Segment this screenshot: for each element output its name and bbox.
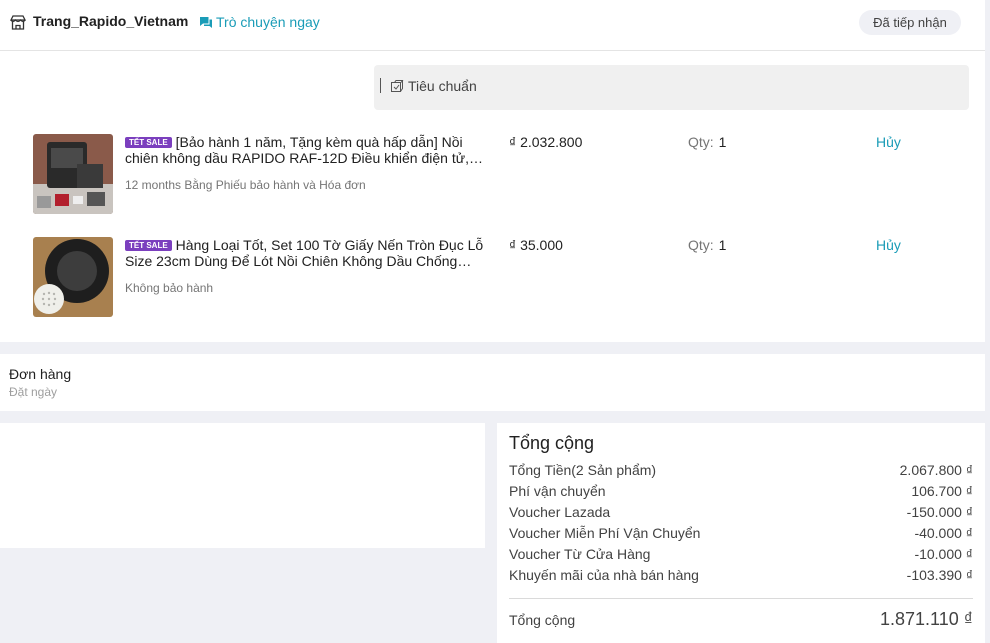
qty-label: Qty:	[688, 134, 714, 150]
order-info: Đơn hàng Đặt ngày	[0, 354, 985, 411]
scrollbar-track[interactable]	[985, 0, 990, 643]
summary-row-label: Tổng Tiền(2 Sản phẩm)	[509, 462, 657, 478]
product-variant: Không bảo hành	[125, 281, 214, 295]
product-quantity: Qty: 1	[688, 134, 726, 150]
product-quantity: Qty: 1	[688, 237, 726, 253]
chat-now-button[interactable]: Trò chuyện ngay	[199, 14, 320, 30]
order-status-badge: Đã tiếp nhận	[859, 10, 961, 35]
summary-row: Tổng Tiền(2 Sản phẩm) 2.067.800 ₫	[509, 462, 973, 483]
summary-row-value: 106.700 ₫	[911, 483, 973, 499]
order-title: Đơn hàng	[9, 366, 72, 382]
order-summary: Tổng cộng Tổng Tiền(2 Sản phẩm) 2.067.80…	[497, 423, 985, 643]
delivery-box-icon	[391, 80, 404, 92]
summary-row-value: -103.390 ₫	[906, 567, 973, 583]
summary-divider	[509, 598, 973, 599]
tet-sale-badge: TẾT SALE	[125, 240, 172, 251]
total-label: Tổng cộng	[509, 612, 576, 628]
order-date-label: Đặt ngày	[9, 385, 58, 399]
summary-row-label: Khuyến mãi của nhà bán hàng	[509, 567, 699, 583]
summary-row-label: Voucher Lazada	[509, 504, 611, 520]
tet-sale-badge: TẾT SALE	[125, 137, 172, 148]
product-title-text: [Bảo hành 1 năm, Tặng kèm quà hấp dẫn] N…	[125, 134, 469, 166]
summary-row-value: -10.000 ₫	[914, 546, 973, 562]
product-title[interactable]: TẾT SALE [Bảo hành 1 năm, Tặng kèm quà hấ…	[125, 134, 487, 166]
chat-now-label: Trò chuyện ngay	[216, 14, 320, 30]
store-icon	[10, 15, 26, 30]
chat-icon	[200, 16, 212, 28]
summary-row: Khuyến mãi của nhà bán hàng -103.390 ₫	[509, 567, 973, 588]
product-variant: 12 months Bằng Phiếu bảo hành và Hóa đơn	[125, 178, 366, 192]
store-name[interactable]: Trang_Rapido_Vietnam	[33, 13, 188, 29]
summary-row: Voucher Từ Cửa Hàng -10.000 ₫	[509, 546, 973, 567]
delivery-option-bar: Tiêu chuẩn	[374, 65, 969, 110]
summary-row-value: -40.000 ₫	[914, 525, 973, 541]
product-price: ₫ 2.032.800	[509, 134, 583, 150]
delivery-option-label: Tiêu chuẩn	[408, 78, 477, 94]
order-item: TẾT SALE [Bảo hành 1 năm, Tặng kèm quà hấ…	[0, 134, 985, 216]
store-header: Trang_Rapido_Vietnam Trò chuyện ngay Đã …	[0, 0, 985, 51]
summary-row-label: Voucher Từ Cửa Hàng	[509, 546, 651, 562]
summary-row: Phí vận chuyển 106.700 ₫	[509, 483, 973, 504]
cancel-item-button[interactable]: Hủy	[876, 237, 901, 253]
order-item: TẾT SALE Hàng Loại Tốt, Set 100 Tờ Giấy N…	[0, 237, 985, 319]
qty-value: 1	[718, 134, 727, 150]
summary-row-value: -150.000 ₫	[906, 504, 973, 520]
address-panel	[0, 423, 485, 548]
qty-value: 1	[718, 237, 727, 253]
qty-label: Qty:	[688, 237, 714, 253]
product-title-text: Hàng Loại Tốt, Set 100 Tờ Giấy Nến Tròn …	[125, 237, 484, 269]
summary-title: Tổng cộng	[509, 433, 595, 453]
product-price: ₫ 35.000	[509, 237, 563, 253]
total-value: 1.871.110 ₫	[880, 609, 973, 629]
package-section: Tiêu chuẩn TẾT SALE [Bảo hành 1 năm, Tặng…	[0, 51, 985, 342]
summary-row: Voucher Miễn Phí Vận Chuyển -40.000 ₫	[509, 525, 973, 546]
summary-row-label: Voucher Miễn Phí Vận Chuyển	[509, 525, 701, 541]
divider	[380, 78, 381, 93]
product-title[interactable]: TẾT SALE Hàng Loại Tốt, Set 100 Tờ Giấy N…	[125, 237, 487, 269]
summary-row-label: Phí vận chuyển	[509, 483, 606, 499]
summary-row: Voucher Lazada -150.000 ₫	[509, 504, 973, 525]
product-image[interactable]	[33, 237, 113, 317]
product-image[interactable]	[33, 134, 113, 214]
cancel-item-button[interactable]: Hủy	[876, 134, 901, 150]
summary-row-value: 2.067.800 ₫	[899, 462, 973, 478]
